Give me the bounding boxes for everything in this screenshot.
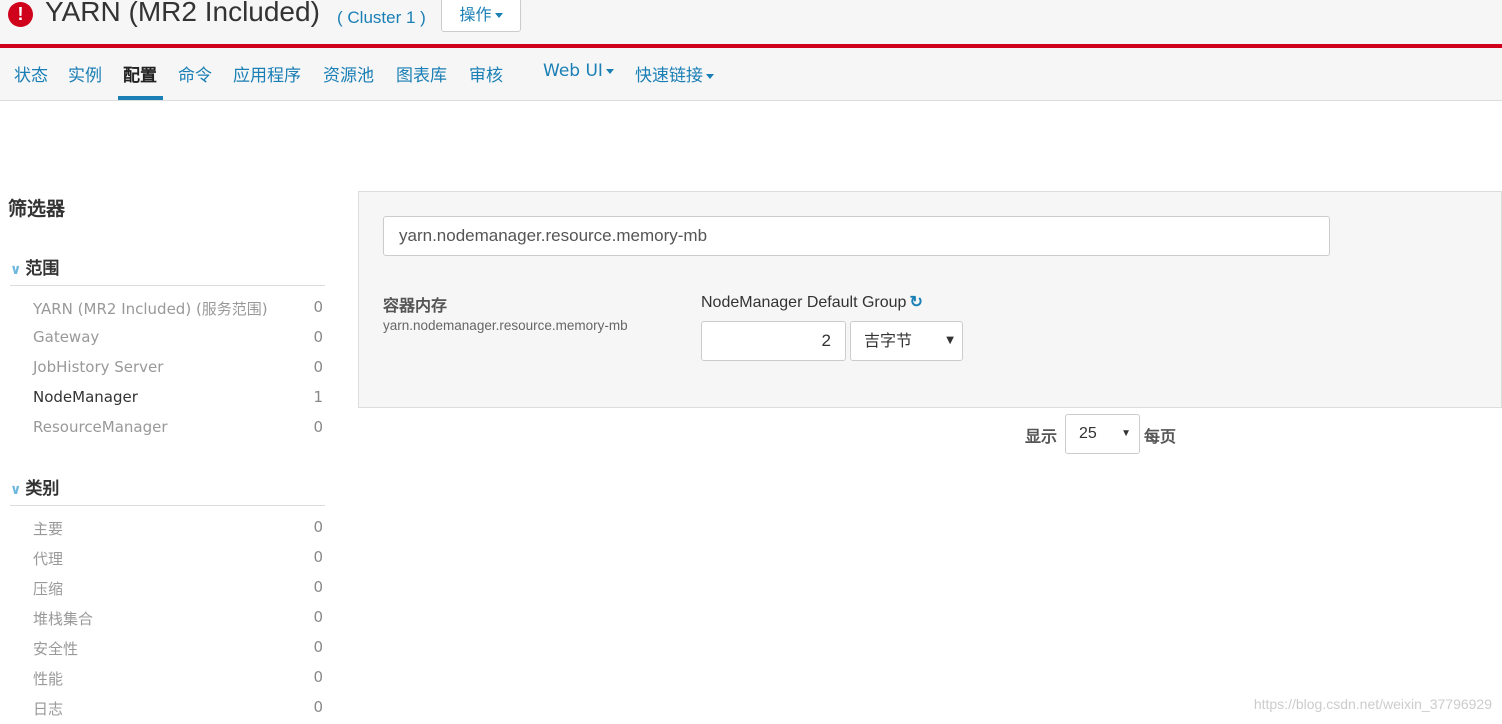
alert-icon[interactable]: ! <box>8 2 33 27</box>
page-size-prefix: 显示 <box>1025 427 1058 446</box>
config-panel: 容器内存 yarn.nodemanager.resource.memory-mb… <box>358 191 1502 408</box>
filter-item-proxy[interactable]: 代理 0 <box>33 548 323 569</box>
role-group-name: NodeManager Default Group ↻ <box>701 292 923 312</box>
page-size-select[interactable]: 25 ▼ <box>1065 414 1140 454</box>
unit-select-value: 吉字节 <box>864 331 913 350</box>
chevron-down-icon: ∨ <box>10 482 22 498</box>
filter-item-count: 0 <box>313 698 323 716</box>
filter-item-count: 0 <box>313 298 323 316</box>
filter-section-label: 范围 <box>25 259 60 279</box>
tab-quick-links[interactable]: 快速链接 <box>635 61 714 86</box>
unit-select[interactable]: 吉字节 ▼ <box>850 321 963 361</box>
filter-item-label: 压缩 <box>33 580 64 598</box>
caret-down-icon <box>605 68 614 74</box>
tab-commands[interactable]: 命令 <box>178 61 212 86</box>
actions-button[interactable]: 操作 <box>441 0 521 32</box>
filter-item-label: 代理 <box>33 550 64 568</box>
filter-item-count: 1 <box>313 388 323 406</box>
property-display-name: 容器内存 <box>383 296 448 315</box>
filter-item-label: 安全性 <box>33 640 79 658</box>
watermark: https://blog.csdn.net/weixin_37796929 <box>1253 696 1492 712</box>
tab-quick-links-label: 快速链接 <box>635 66 703 86</box>
config-search-input[interactable] <box>383 216 1330 256</box>
filter-item-label: ResourceManager <box>33 418 168 436</box>
filter-item-count: 0 <box>313 638 323 656</box>
filter-item-count: 0 <box>313 548 323 566</box>
filter-item-count: 0 <box>313 358 323 376</box>
filter-item-label: JobHistory Server <box>33 358 164 376</box>
tab-instances[interactable]: 实例 <box>68 61 102 86</box>
filter-item-label: NodeManager <box>33 388 138 406</box>
filter-item-yarn-service[interactable]: YARN (MR2 Included) (服务范围) 0 <box>33 298 323 319</box>
page-size-value: 25 <box>1079 425 1097 442</box>
filter-item-count: 0 <box>313 578 323 596</box>
tab-web-ui[interactable]: Web UI <box>543 61 614 81</box>
filter-item-security[interactable]: 安全性 0 <box>33 638 323 659</box>
caret-down-icon <box>494 13 503 18</box>
service-header: ! YARN (MR2 Included) ( Cluster 1 ) 操作 <box>0 0 1502 48</box>
chevron-down-icon: ∨ <box>10 262 22 278</box>
filter-item-label: 性能 <box>33 670 64 688</box>
filter-item-nodemanager[interactable]: NodeManager 1 <box>33 388 323 406</box>
filter-section-category[interactable]: ∨ 类别 <box>10 474 325 506</box>
active-tab-indicator <box>118 96 163 100</box>
filter-item-count: 0 <box>313 518 323 536</box>
cluster-link[interactable]: ( Cluster 1 ) <box>337 8 426 28</box>
actions-label: 操作 <box>459 5 492 24</box>
filter-item-label: 主要 <box>33 520 64 538</box>
filter-section-scope[interactable]: ∨ 范围 <box>10 254 325 286</box>
filters-title: 筛选器 <box>8 198 66 220</box>
filter-item-stacks[interactable]: 堆栈集合 0 <box>33 608 323 629</box>
page-size-suffix: 每页 <box>1144 427 1177 446</box>
filter-item-count: 0 <box>313 328 323 346</box>
filter-item-label: 堆栈集合 <box>33 610 94 628</box>
filter-item-jobhistory[interactable]: JobHistory Server 0 <box>33 358 323 376</box>
property-key: yarn.nodemanager.resource.memory-mb <box>383 318 628 333</box>
filter-item-label: Gateway <box>33 328 100 346</box>
memory-value-input[interactable] <box>701 321 846 361</box>
filter-item-compression[interactable]: 压缩 0 <box>33 578 323 599</box>
caret-down-icon: ▼ <box>1121 428 1131 439</box>
caret-down-icon: ▼ <box>946 335 954 346</box>
tab-configuration[interactable]: 配置 <box>123 61 157 86</box>
tab-resource-pools[interactable]: 资源池 <box>323 61 374 86</box>
role-group-label: NodeManager Default Group <box>701 294 907 311</box>
filter-item-label: 日志 <box>33 700 64 718</box>
filter-item-resourcemanager[interactable]: ResourceManager 0 <box>33 418 323 436</box>
filter-item-gateway[interactable]: Gateway 0 <box>33 328 323 346</box>
filter-item-performance[interactable]: 性能 0 <box>33 668 323 689</box>
filter-item-count: 0 <box>313 418 323 436</box>
filter-item-logs[interactable]: 日志 0 <box>33 698 323 719</box>
tab-web-ui-label: Web UI <box>543 61 603 81</box>
reset-icon[interactable]: ↻ <box>909 292 922 312</box>
tab-applications[interactable]: 应用程序 <box>233 61 301 86</box>
tab-audits[interactable]: 审核 <box>469 61 503 86</box>
caret-down-icon <box>706 73 714 79</box>
service-tabs: 状态 实例 配置 命令 应用程序 资源池 图表库 审核 Web UI 快速链接 <box>0 48 1502 101</box>
filter-item-count: 0 <box>313 608 323 626</box>
filter-section-label: 类别 <box>25 479 60 499</box>
tab-status[interactable]: 状态 <box>14 61 48 86</box>
filter-item-count: 0 <box>313 668 323 686</box>
filter-item-label: YARN (MR2 Included) (服务范围) <box>33 300 268 318</box>
tab-charts-library[interactable]: 图表库 <box>396 61 447 86</box>
filter-item-main[interactable]: 主要 0 <box>33 518 323 539</box>
service-title: YARN (MR2 Included) <box>45 0 320 27</box>
